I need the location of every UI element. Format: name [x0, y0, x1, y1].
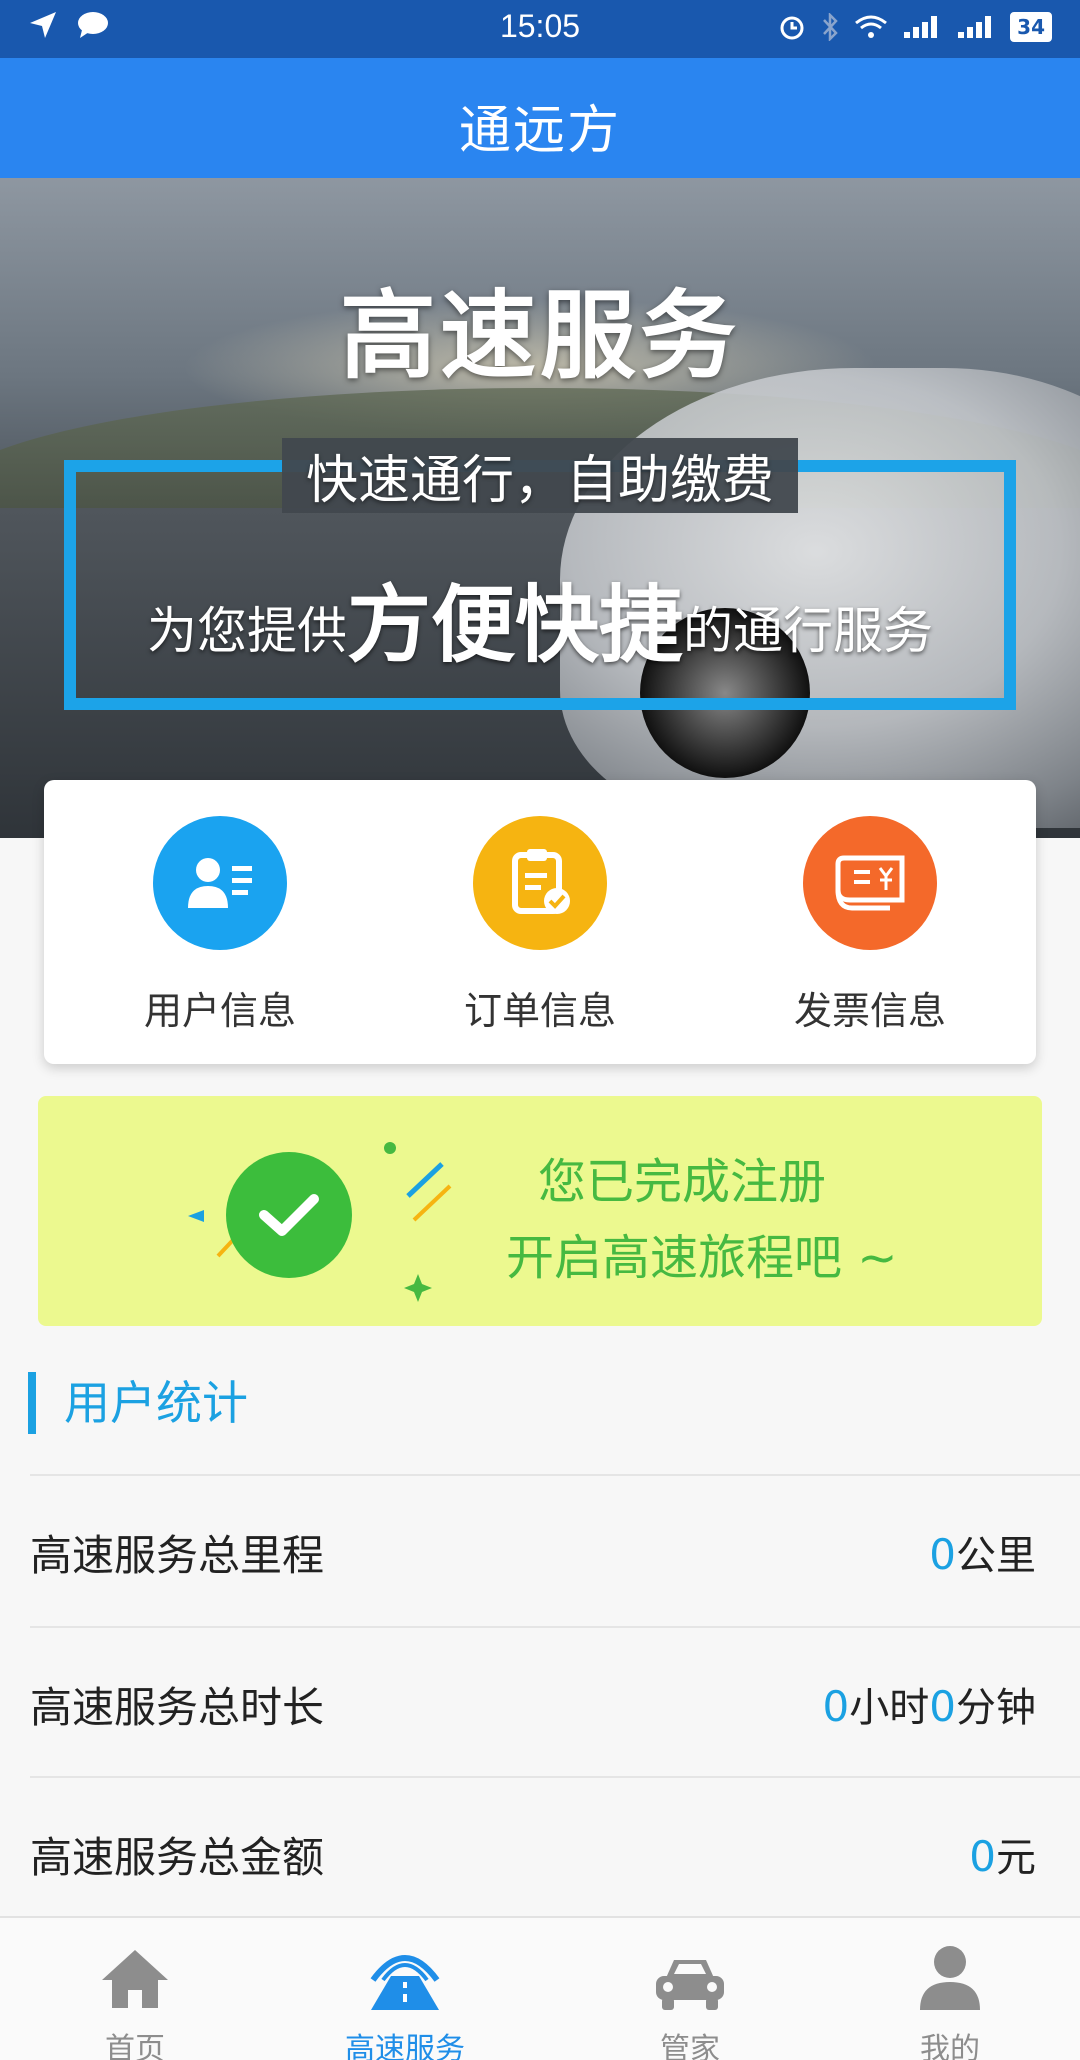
- tagline-pre: 为您提供: [146, 602, 347, 660]
- quick-action-label: 订单信息: [463, 989, 616, 1033]
- divider: [30, 1474, 1080, 1476]
- status-bar: 15:05 34: [0, 0, 1080, 58]
- registration-line2: 开启高速旅程吧 ~: [506, 1230, 898, 1286]
- stat-hours: 0: [822, 1682, 850, 1731]
- banner-subtitle: 快速通行，自助缴费: [0, 438, 1080, 513]
- stat-row-amount: 高速服务总金额 0元: [30, 1779, 1036, 1929]
- tab-label: 首页: [105, 2032, 165, 2060]
- tab-home[interactable]: 首页: [0, 1928, 270, 2060]
- title-bar: 通远方: [0, 58, 1080, 178]
- alarm-icon: [780, 16, 804, 40]
- bottom-tab-bar: 首页 高速服务 管家 我的: [0, 1916, 1080, 2060]
- page-title: 通远方: [458, 101, 621, 161]
- car-icon: [555, 1928, 825, 2012]
- quick-action-label: 发票信息: [793, 989, 946, 1033]
- banner-subtitle-text: 快速通行，自助缴费: [281, 438, 798, 513]
- quick-actions-card: 用户信息 订单信息 发票信息: [44, 780, 1036, 1064]
- tagline-bold: 方便快捷: [346, 576, 683, 674]
- stat-value: 0公里: [929, 1523, 1036, 1581]
- stat-minutes: 0: [929, 1682, 956, 1731]
- check-icon: [226, 1152, 352, 1278]
- stat-row-mileage: 高速服务总里程 0公里: [30, 1477, 1036, 1627]
- quick-action-user-info[interactable]: 用户信息: [100, 816, 340, 1035]
- stat-unit: 元: [996, 1835, 1036, 1881]
- stat-row-duration: 高速服务总时长 0小时0分钟: [30, 1629, 1036, 1779]
- stat-number: 0: [929, 1530, 956, 1579]
- user-info-icon: [153, 816, 287, 950]
- stat-value: 0小时0分钟: [823, 1675, 1036, 1733]
- stat-unit: 公里: [956, 1533, 1036, 1579]
- stats-section-title: 用户统计: [28, 1372, 248, 1434]
- order-icon: [473, 816, 607, 950]
- quick-action-order-info[interactable]: 订单信息: [420, 816, 660, 1035]
- bluetooth-icon: [823, 13, 838, 41]
- registration-line1: 您已完成注册: [538, 1154, 827, 1210]
- stat-label: 高速服务总时长: [30, 1682, 325, 1732]
- signal-icon-2: [958, 16, 992, 38]
- highway-icon: [270, 1928, 540, 2012]
- tagline-post: 的通行服务: [683, 602, 933, 660]
- profile-icon: [815, 1928, 1080, 2012]
- tab-highway-service[interactable]: 高速服务: [270, 1928, 540, 2060]
- battery-indicator: 34: [1010, 12, 1052, 42]
- stat-label: 高速服务总里程: [30, 1530, 325, 1580]
- hero-banner: 高速服务 快速通行，自助缴费 为您提供方便快捷的通行服务: [0, 178, 1080, 838]
- stat-value: 0元: [969, 1825, 1036, 1883]
- stat-minutes-unit: 分钟: [956, 1685, 1036, 1731]
- tab-mine[interactable]: 我的: [815, 1928, 1080, 2060]
- banner-heading: 高速服务: [340, 280, 740, 392]
- divider: [30, 1776, 1080, 1778]
- stat-hours-unit: 小时: [849, 1685, 930, 1731]
- invoice-icon: [803, 816, 937, 950]
- tab-label: 高速服务: [345, 2032, 465, 2060]
- registration-banner[interactable]: 您已完成注册 开启高速旅程吧 ~: [38, 1096, 1042, 1326]
- stat-number: 0: [969, 1832, 996, 1881]
- banner-tagline: 为您提供方便快捷的通行服务: [0, 558, 1080, 679]
- tab-label: 管家: [660, 2032, 720, 2060]
- signal-icon: [904, 16, 938, 38]
- divider: [30, 1626, 1080, 1628]
- tab-label: 我的: [920, 2032, 980, 2060]
- home-icon: [0, 1928, 270, 2012]
- stat-label: 高速服务总金额: [30, 1832, 325, 1882]
- quick-action-invoice-info[interactable]: 发票信息: [750, 816, 990, 1035]
- tab-butler[interactable]: 管家: [555, 1928, 825, 2060]
- quick-action-label: 用户信息: [143, 989, 296, 1033]
- wifi-icon: [855, 15, 888, 38]
